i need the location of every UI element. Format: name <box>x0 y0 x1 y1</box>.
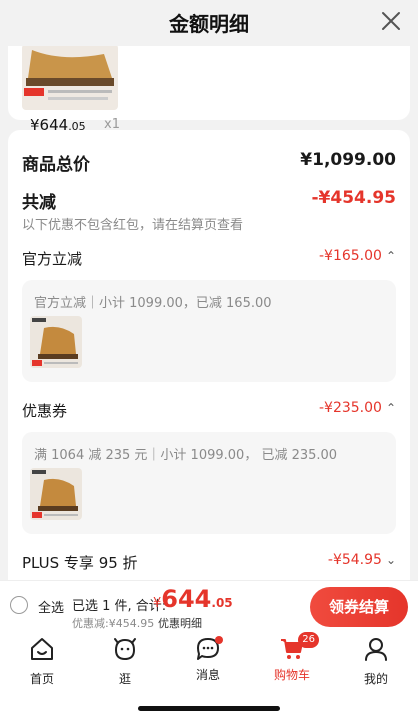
tab-messages[interactable]: 消息 <box>178 636 238 683</box>
tab-label: 逛 <box>118 672 131 686</box>
tab-profile[interactable]: 我的 <box>346 636 406 687</box>
tab-home[interactable]: 首页 <box>12 636 72 687</box>
reduce-label: 共减 <box>22 193 56 213</box>
plus-value: -¥54.95 ⌄ <box>327 552 396 568</box>
reduce-row: 共减 -¥454.95 <box>22 188 397 213</box>
tab-cart[interactable]: 26 购物车 <box>262 632 322 683</box>
product-image[interactable] <box>22 44 118 110</box>
sheet-title: 金额明细 <box>169 12 249 36</box>
tab-label: 我的 <box>363 672 388 686</box>
tab-label: 消息 <box>195 668 220 682</box>
select-all-radio[interactable] <box>10 596 28 614</box>
message-icon-wrap <box>195 636 223 662</box>
discount-note: 以下优惠不包含红包，请在结算页查看 <box>22 218 244 233</box>
coupon-value: -¥235.00 ⌃ <box>318 400 396 416</box>
checkout-button[interactable]: 领券结算 <box>310 587 408 627</box>
unread-dot <box>215 636 223 644</box>
plus-label: PLUS 专享 95 折 <box>22 554 138 572</box>
official-detail-box: 官方立减｜小计 1099.00，已减 165.00 <box>22 280 396 382</box>
cart-count-badge: 26 <box>298 632 319 648</box>
chevron-up-icon: ⌃ <box>385 249 396 263</box>
official-desc: 官方立减｜小计 1099.00，已减 165.00 <box>34 296 272 311</box>
sheet-header: 金额明细 <box>0 0 418 46</box>
product-thumbnail[interactable] <box>30 468 82 520</box>
tab-browse[interactable]: 逛 <box>95 636 155 687</box>
coupon-detail-box: 满 1064 减 235 元｜小计 1099.00， 已减 235.00 <box>22 432 396 534</box>
official-label: 官方立减 <box>22 250 83 268</box>
cart-icon-wrap: 26 <box>279 632 319 662</box>
discount-detail-link[interactable]: 优惠明细 <box>158 615 202 631</box>
close-icon[interactable] <box>380 10 402 32</box>
total-amount: ¥644.05 <box>153 585 233 613</box>
tab-label: 购物车 <box>273 668 310 682</box>
coupon-desc: 满 1064 减 235 元｜小计 1099.00， 已减 235.00 <box>34 448 338 463</box>
total-row: 商品总价 ¥1,099.00 <box>22 150 396 175</box>
coupon-label: 优惠券 <box>22 402 68 420</box>
checkout-bar: 全选 已选 1 件, 合计: ¥644.05 优惠减:¥454.95 优惠明细 … <box>0 580 418 632</box>
coupon-row[interactable]: 优惠券 -¥235.00 ⌃ <box>22 400 396 422</box>
plus-row[interactable]: PLUS 专享 95 折 -¥54.95 ⌄ <box>22 552 396 574</box>
total-value: ¥1,099.00 <box>300 150 396 170</box>
chevron-down-icon: ⌄ <box>385 553 396 567</box>
official-value: -¥165.00 ⌃ <box>318 248 396 264</box>
select-all-label[interactable]: 全选 <box>38 597 64 616</box>
profile-icon <box>365 638 387 661</box>
reduce-value: -¥454.95 <box>311 188 397 208</box>
tab-label: 首页 <box>29 672 54 686</box>
product-thumbnail[interactable] <box>30 316 82 368</box>
browse-icon <box>114 638 136 661</box>
official-row[interactable]: 官方立减 -¥165.00 ⌃ <box>22 248 396 270</box>
home-icon <box>31 638 53 660</box>
discount-summary: 优惠减:¥454.95 <box>72 617 155 630</box>
home-indicator <box>138 706 280 711</box>
total-label: 商品总价 <box>22 155 90 175</box>
price-breakdown-card: 商品总价 ¥1,099.00 共减 -¥454.95 以下优惠不包含红包，请在结… <box>8 130 410 580</box>
amount-detail-sheet: ¥644.05 x1 金额明细 商品总价 ¥1,099.00 共减 -¥454.… <box>0 0 418 580</box>
chevron-up-icon: ⌃ <box>385 401 396 415</box>
